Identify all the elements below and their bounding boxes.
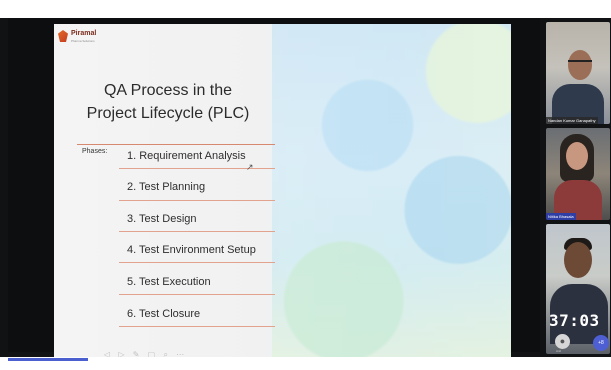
glasses — [568, 60, 592, 67]
phase-item: 4. Test Environment Setup — [127, 244, 256, 256]
meeting-timer: 37:03 — [549, 311, 600, 330]
self-avatar-icon[interactable]: ● — [555, 334, 570, 349]
slide-background-art — [272, 24, 511, 362]
more-participants-button[interactable]: +8 — [593, 335, 609, 351]
divider — [119, 231, 275, 232]
slide-title-line-1: QA Process in the — [103, 82, 233, 99]
participant-name: Nitika Bhasala — [546, 213, 576, 220]
participant-face — [564, 242, 592, 278]
phase-item: 6. Test Closure — [127, 308, 201, 320]
meeting-window: Piramal Pharma Solutions QA Process in t… — [0, 0, 611, 365]
divider — [119, 200, 275, 201]
participant-name: Nandan Kumar Ganapathy — [546, 117, 598, 124]
divider — [119, 262, 275, 263]
mouse-pointer-icon: ↗ — [246, 162, 254, 172]
participant-video-tile[interactable]: Nitika Bhasala — [546, 128, 610, 220]
phase-item: 2. Test Planning — [127, 181, 206, 193]
participant-video-tile[interactable]: Nandan Kumar Ganapathy — [546, 22, 610, 124]
divider — [119, 326, 275, 327]
presentation-slide: Piramal Pharma Solutions QA Process in t… — [54, 24, 511, 362]
logo-subtext: Pharma Solutions — [71, 39, 95, 43]
slide-title-line-2: Project Lifecycle (PLC) — [86, 105, 250, 122]
slide-title: QA Process in the Project Lifecycle (PLC… — [84, 79, 252, 125]
logo-text: Piramal — [71, 30, 97, 37]
phases-label: Phases: — [82, 148, 108, 155]
top-bar — [0, 0, 611, 18]
phase-item: 3. Test Design — [127, 213, 197, 225]
bottom-accent-bar — [8, 358, 88, 361]
self-avatar-label: Anil — [556, 349, 562, 353]
logo-mark-icon — [58, 30, 68, 42]
company-logo: Piramal Pharma Solutions — [58, 30, 118, 48]
divider — [119, 294, 275, 295]
phase-item: 5. Test Execution — [127, 276, 211, 288]
shared-screen-area: Piramal Pharma Solutions QA Process in t… — [8, 18, 540, 365]
divider — [77, 144, 275, 145]
bottom-strip — [0, 357, 611, 370]
participant-face — [566, 142, 588, 170]
phase-item: 1. Requirement Analysis — [127, 150, 246, 162]
